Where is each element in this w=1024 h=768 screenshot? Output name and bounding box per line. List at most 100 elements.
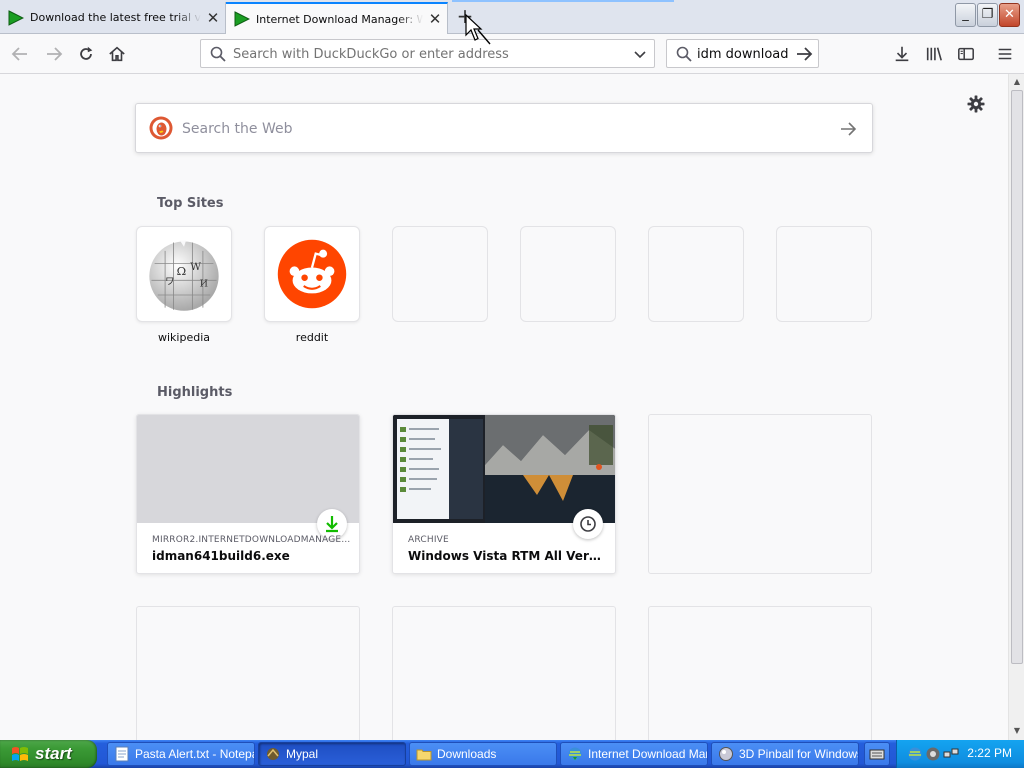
highlight-placeholder xyxy=(392,606,616,740)
tab-idm-welcome[interactable]: Internet Download Manager: Welcome ✕ xyxy=(226,2,448,34)
top-site-reddit[interactable]: reddit xyxy=(264,226,360,344)
tab-idm-trial[interactable]: Download the latest free trial version o… xyxy=(0,2,226,33)
web-search-box[interactable] xyxy=(135,103,873,153)
home-button[interactable] xyxy=(103,40,131,68)
highlight-placeholder xyxy=(136,606,360,740)
notepad-icon xyxy=(115,746,129,762)
top-sites-heading: Top Sites xyxy=(157,196,224,211)
start-label: start xyxy=(35,744,72,763)
highlight-card[interactable]: ARCHIVE Windows Vista RTM All Versions D… xyxy=(392,414,616,574)
highlight-host: ARCHIVE xyxy=(408,535,449,545)
sidebar-button[interactable] xyxy=(952,40,980,68)
menu-button[interactable] xyxy=(991,40,1019,68)
highlight-placeholder xyxy=(648,606,872,740)
svg-text:ワ: ワ xyxy=(165,277,174,288)
tab-close-icon[interactable]: ✕ xyxy=(423,10,447,28)
top-site-empty xyxy=(648,226,744,322)
task-label: Pasta Alert.txt - Notepad xyxy=(135,747,254,761)
home-icon xyxy=(109,46,125,62)
duckduckgo-logo-icon xyxy=(149,116,173,140)
arrow-right-icon[interactable] xyxy=(838,119,858,139)
task-label: Internet Download Manager xyxy=(588,747,707,761)
keyboard-layout-button[interactable] xyxy=(864,742,890,766)
task-downloads[interactable]: Downloads xyxy=(409,742,557,766)
download-icon xyxy=(895,46,909,62)
reload-button[interactable] xyxy=(72,40,100,68)
mypal-icon xyxy=(267,748,279,760)
scroll-up-arrow-icon[interactable]: ▲ xyxy=(1010,75,1024,89)
top-site-empty xyxy=(392,226,488,322)
svg-text:И: И xyxy=(200,279,208,290)
forward-button[interactable] xyxy=(40,40,68,68)
search-icon xyxy=(676,46,692,62)
new-tab-page: Top Sites Ω W И ワ wikipedia xyxy=(0,74,1008,740)
highlight-host: MIRROR2.INTERNETDOWNLOADMANAGER.COM xyxy=(152,535,352,545)
tab-hover-indicator xyxy=(452,0,674,2)
scroll-down-arrow-icon[interactable]: ▼ xyxy=(1010,724,1024,738)
svg-text:W: W xyxy=(190,261,201,273)
reddit-alien-icon xyxy=(277,239,347,309)
tab-title: Download the latest free trial version o… xyxy=(30,11,201,24)
idm-play-icon xyxy=(234,11,250,27)
chevron-down-icon[interactable] xyxy=(632,46,648,62)
idm-tray-icon[interactable] xyxy=(907,746,923,762)
top-site-placeholder xyxy=(520,226,616,322)
clock: 2:22 PM xyxy=(967,746,1012,760)
url-bar[interactable] xyxy=(200,39,655,68)
task-mypal[interactable]: Mypal xyxy=(258,742,406,766)
task-notepad[interactable]: Pasta Alert.txt - Notepad xyxy=(107,742,255,766)
highlight-card[interactable]: MIRROR2.INTERNETDOWNLOADMANAGER.COM idma… xyxy=(136,414,360,574)
highlight-thumbnail xyxy=(137,415,359,523)
search-input[interactable] xyxy=(697,45,789,63)
top-site-label: reddit xyxy=(295,331,329,344)
top-site-empty xyxy=(520,226,616,322)
top-site-tile[interactable] xyxy=(264,226,360,322)
task-label: 3D Pinball for Windows - Space Cadet xyxy=(739,747,858,761)
arrow-right-icon[interactable] xyxy=(794,44,814,64)
system-tray: 2:22 PM xyxy=(896,740,1024,768)
highlight-title: Windows Vista RTM All Versions Download xyxy=(408,549,608,563)
highlight-placeholder xyxy=(648,414,872,574)
restore-button[interactable]: ❐ xyxy=(977,3,998,27)
web-search-input[interactable] xyxy=(182,118,802,140)
tab-close-icon[interactable]: ✕ xyxy=(201,9,225,27)
search-bar[interactable] xyxy=(666,39,819,68)
pinball-icon xyxy=(719,747,733,761)
close-window-button[interactable]: ✕ xyxy=(999,3,1020,27)
minimize-button[interactable]: _ xyxy=(955,3,976,27)
hamburger-menu-icon xyxy=(998,48,1012,60)
task-pinball[interactable]: 3D Pinball for Windows - Space Cadet xyxy=(711,742,859,766)
task-idm[interactable]: Internet Download Manager xyxy=(560,742,708,766)
top-site-tile[interactable]: Ω W И ワ xyxy=(136,226,232,322)
idm-globe-icon xyxy=(568,747,582,761)
windows-taskbar: start Pasta Alert.txt - Notepad Mypal Do… xyxy=(0,740,1024,768)
tab-strip: Download the latest free trial version o… xyxy=(0,0,1024,34)
reload-icon xyxy=(80,46,93,60)
sidebar-icon xyxy=(958,47,974,61)
start-button[interactable]: start xyxy=(0,740,97,768)
back-button[interactable] xyxy=(6,40,34,68)
top-site-label: wikipedia xyxy=(157,331,210,344)
highlights-heading: Highlights xyxy=(157,385,233,400)
svg-text:Ω: Ω xyxy=(177,264,187,278)
tab-title: Internet Download Manager: Welcome xyxy=(256,12,423,26)
top-site-placeholder xyxy=(776,226,872,322)
task-label: Mypal xyxy=(286,747,319,761)
windows-logo-icon xyxy=(12,747,28,761)
library-icon xyxy=(926,47,942,61)
forward-arrow-icon xyxy=(47,47,63,61)
top-site-wikipedia[interactable]: Ω W И ワ wikipedia xyxy=(136,226,232,344)
library-button[interactable] xyxy=(920,40,948,68)
url-input[interactable] xyxy=(233,45,623,63)
highlight-thumbnail xyxy=(393,415,615,523)
task-label: Downloads xyxy=(437,747,497,761)
gear-icon[interactable] xyxy=(966,94,986,114)
scroll-thumb[interactable] xyxy=(1011,90,1023,664)
idm-play-icon xyxy=(8,9,24,26)
security-tray-icon[interactable] xyxy=(925,746,941,762)
vertical-scrollbar[interactable]: ▲ ▼ xyxy=(1008,74,1024,740)
network-tray-icon[interactable] xyxy=(943,746,959,762)
downloads-button[interactable] xyxy=(888,40,916,68)
top-site-placeholder xyxy=(392,226,488,322)
wikipedia-globe-icon: Ω W И ワ xyxy=(149,240,219,311)
